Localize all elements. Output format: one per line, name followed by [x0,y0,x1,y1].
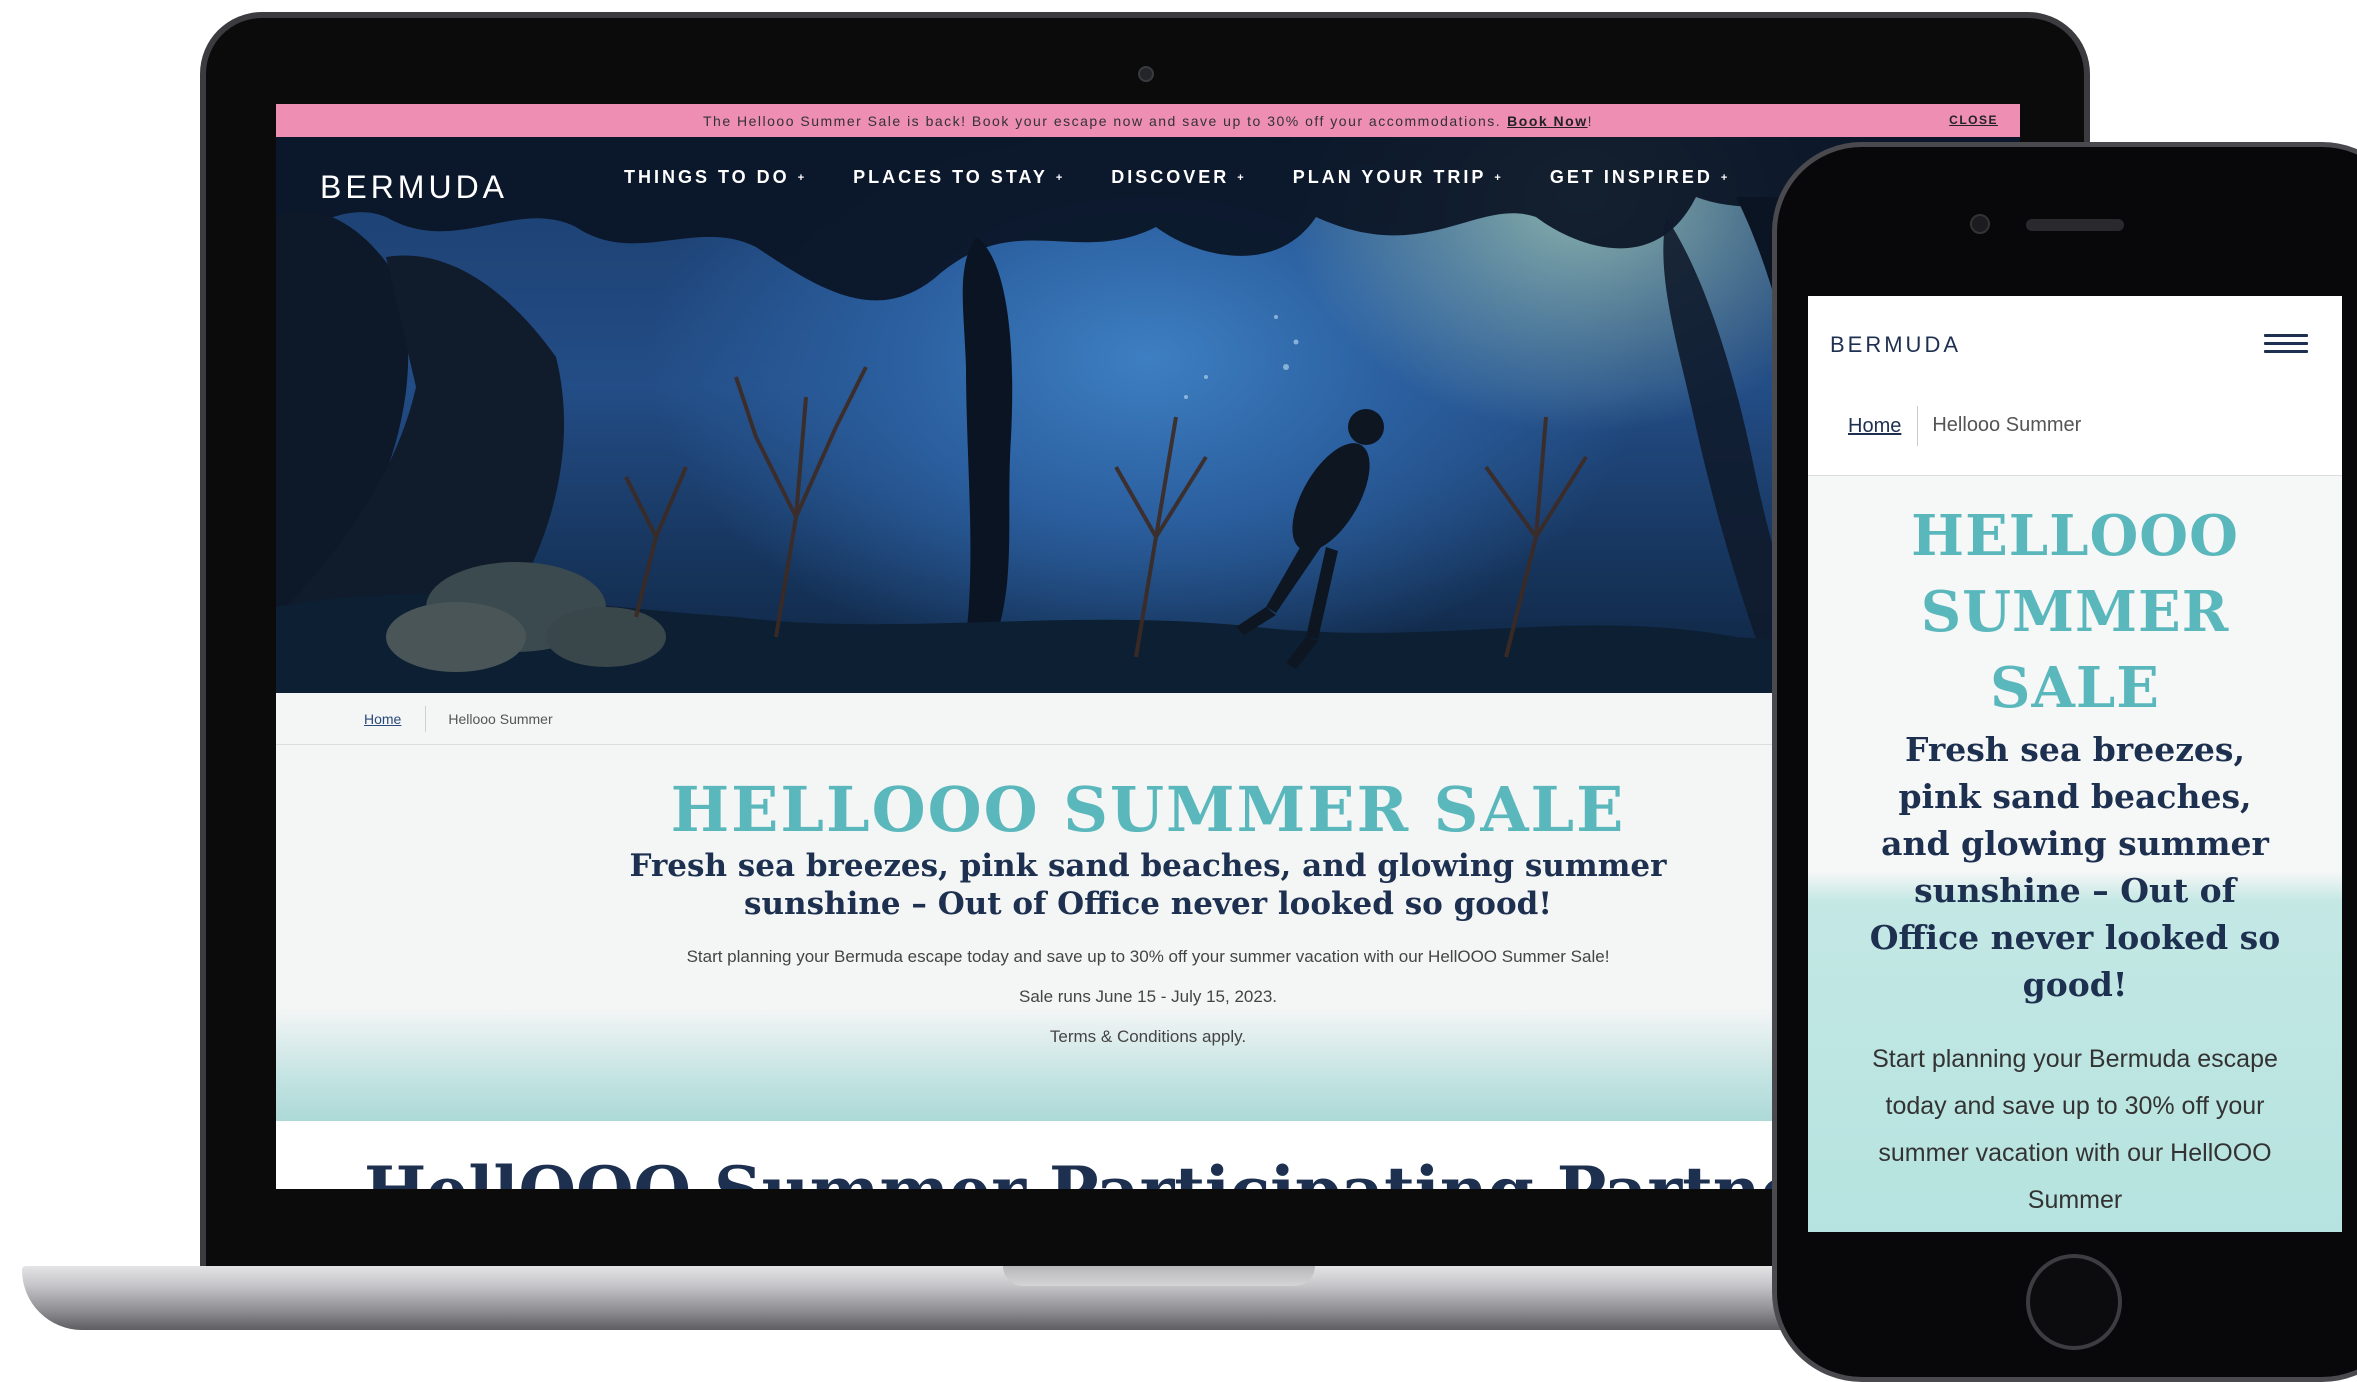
terms-text[interactable]: Terms & Conditions apply. [276,1027,2020,1047]
mobile-page-subtitle: Fresh sea breezes, pink sand beaches, an… [1869,730,2281,1004]
desktop-webpage: The Hellooo Summer Sale is back! Book yo… [276,104,2020,1189]
page-title: HELLOOO SUMMER SALE [670,773,1626,846]
mobile-breadcrumb-home-link[interactable]: Home [1848,405,1919,446]
mobile-page-title: HELLOOO SUMMER SALE [1911,503,2239,721]
page-subtitle: Fresh sea breezes, pink sand beaches, an… [629,848,1667,922]
phone-camera [1970,214,1990,234]
mobile-breadcrumb: Home Hellooo Summer [1808,376,2342,476]
main-navigation: THINGS TO DO + PLACES TO STAY + DISCOVER + … [624,167,1776,188]
chevron-down-icon: + [1720,171,1731,184]
chevron-down-icon: + [797,171,808,184]
hero-underwater-image: BERMUDA THINGS TO DO + PLACES TO STAY + DI… [276,137,2020,693]
chevron-down-icon: + [1237,171,1247,184]
mobile-webpage: BERMUDA Home Hellooo Summer HELLOOO SUMM… [1808,296,2342,1232]
laptop-opening-notch [1003,1266,1315,1286]
mobile-intro-paragraph: Start planning your Bermuda escape today… [1872,1045,2278,1214]
mobile-bermuda-logo[interactable]: BERMUDA [1830,332,1961,358]
nav-get-inspired[interactable]: GET INSPIRED + [1550,167,1730,188]
breadcrumb-current: Hellooo Summer [448,710,553,727]
partners-heading: HellOOO Summer Participating Partners [364,1152,1875,1189]
promo-link-suffix: ! [1587,112,1593,129]
laptop-camera [1138,66,1154,82]
sale-dates-text: Sale runs June 15 - July 15, 2023. [1019,987,1277,1006]
nav-label: DISCOVER [1111,167,1230,187]
breadcrumb-home-link[interactable]: Home [364,705,427,732]
phone-home-button[interactable] [2026,1254,2122,1350]
sale-intro-section: HELLOOO SUMMER SALE Fresh sea breezes, p… [276,745,2020,1121]
nav-label: PLACES TO STAY [853,167,1048,187]
breadcrumb: Home Hellooo Summer [276,693,2020,745]
nav-places-to-stay[interactable]: PLACES TO STAY + [853,167,1065,188]
hamburger-menu-icon[interactable] [2264,334,2308,356]
intro-paragraph: Start planning your Bermuda escape today… [686,947,1610,966]
nav-label: PLAN YOUR TRIP [1292,167,1487,187]
mobile-sale-intro: HELLOOO SUMMER SALE Fresh sea breezes, p… [1808,476,2342,1232]
promo-text: The Hellooo Summer Sale is back! Book yo… [703,112,1502,129]
mobile-breadcrumb-current: Hellooo Summer [1932,414,2082,436]
chevron-down-icon: + [1055,171,1066,184]
hero-scenery [276,137,2020,693]
phone-speaker [2026,219,2124,231]
bermuda-logo[interactable]: BERMUDA [320,169,508,206]
nav-label: GET INSPIRED [1549,167,1713,187]
book-now-link[interactable]: Book Now [1507,113,1587,129]
nav-plan-your-trip[interactable]: PLAN YOUR TRIP + [1293,167,1504,188]
nav-things-to-do[interactable]: THINGS TO DO + [624,167,807,188]
promo-close-button[interactable]: CLOSE [1949,113,1998,127]
mobile-header: BERMUDA [1808,296,2342,376]
nav-label: THINGS TO DO [624,167,790,187]
chevron-down-icon: + [1494,171,1504,184]
promo-banner: The Hellooo Summer Sale is back! Book yo… [276,104,2020,137]
nav-discover[interactable]: DISCOVER + [1111,167,1246,188]
